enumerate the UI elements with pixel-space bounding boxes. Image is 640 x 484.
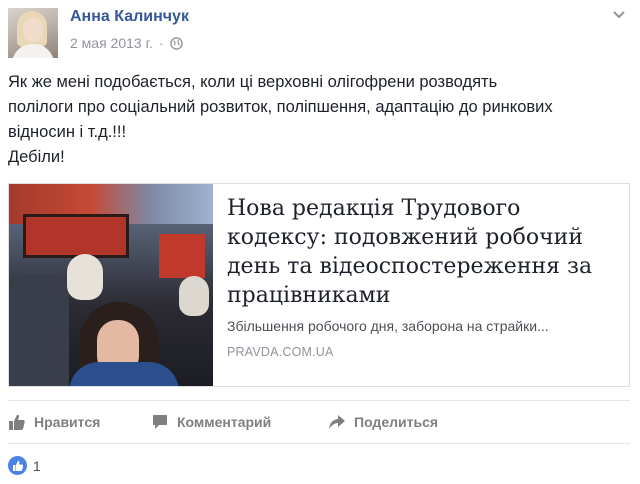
globe-icon[interactable] — [169, 36, 183, 50]
message-line: полілоги про соціальний розвиток, поліпш… — [8, 98, 553, 116]
image-figure-shirt — [69, 362, 179, 386]
link-preview-image[interactable] — [9, 184, 213, 386]
chevron-down-icon[interactable] — [612, 10, 626, 20]
link-preview-description: Збільшення робочого дня, заборона на стр… — [227, 318, 549, 334]
comment-icon — [153, 415, 167, 429]
comment-label: Комментарий — [177, 414, 272, 430]
link-preview-text: Нова редакція Трудового кодексу: подовже… — [213, 184, 629, 386]
share-label: Поделиться — [354, 414, 439, 430]
like-icon — [9, 414, 25, 430]
reaction-count: 1 — [33, 457, 41, 474]
meta-separator: · — [158, 35, 164, 51]
link-preview[interactable]: Нова редакція Трудового кодексу: подовже… — [8, 183, 630, 387]
image-mask — [179, 276, 209, 316]
share-button[interactable]: Поделиться — [328, 413, 438, 431]
action-bar: Нравится Комментарий Поделиться — [8, 400, 630, 444]
message-line: Дебіли! — [8, 148, 65, 166]
image-sign — [159, 234, 205, 278]
avatar-face — [23, 18, 43, 42]
image-sign — [23, 214, 129, 258]
link-preview-domain: PRAVDA.COM.UA — [227, 345, 334, 359]
link-preview-title[interactable]: Нова редакція Трудового кодексу: подовже… — [227, 194, 617, 310]
post-message: Як же мені подобається, коли ці верховні… — [8, 70, 630, 170]
author-name[interactable]: Анна Калинчук — [70, 8, 189, 26]
image-mask — [67, 254, 103, 300]
facebook-post: Анна Калинчук 2 мая 2013 г. · Як же мені… — [0, 0, 640, 484]
avatar-body — [12, 44, 54, 58]
message-line: Як же мені подобається, коли ці верховні… — [8, 73, 498, 91]
like-reaction-icon — [8, 456, 27, 475]
message-line: відносин і т.д.!!! — [8, 123, 127, 141]
post-date[interactable]: 2 мая 2013 г. — [70, 35, 153, 51]
post-meta: 2 мая 2013 г. · — [70, 35, 183, 51]
comment-button[interactable]: Комментарий — [151, 413, 271, 431]
like-label: Нравится — [34, 414, 101, 430]
like-button[interactable]: Нравится — [8, 413, 100, 431]
image-figure — [9, 274, 69, 386]
reactions-summary[interactable]: 1 — [8, 456, 41, 475]
share-icon — [329, 415, 345, 429]
avatar[interactable] — [8, 8, 58, 58]
